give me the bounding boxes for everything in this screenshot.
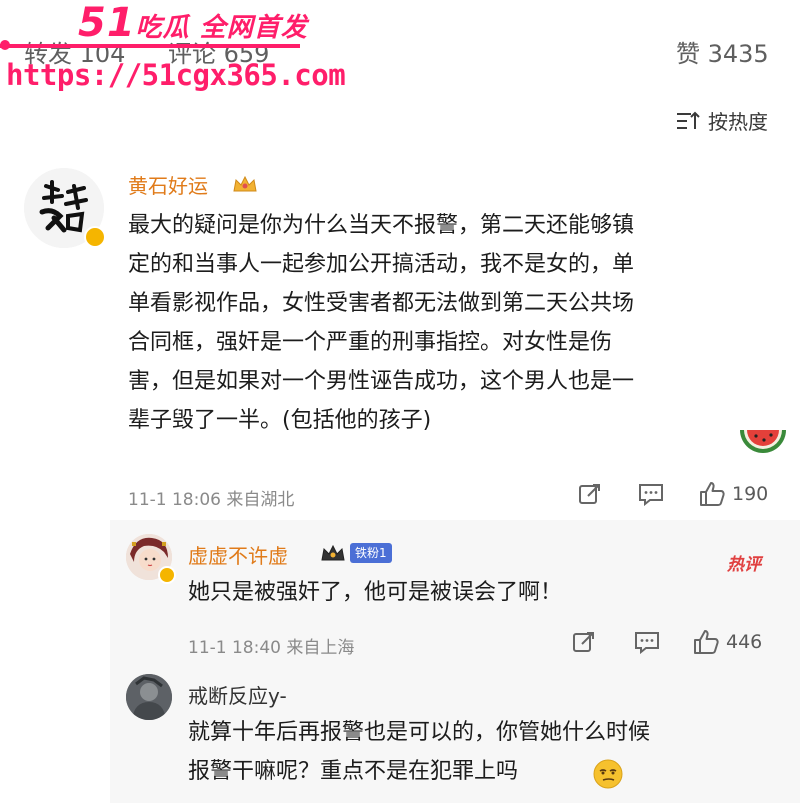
reply-text: 她只是被强奸了，他可是被误会了啊！ (188, 580, 563, 605)
like-count[interactable]: 赞 3435 (676, 34, 769, 69)
photo-avatar-icon (126, 674, 172, 720)
comment-username[interactable]: 黄石好运 (128, 170, 208, 199)
reply-icon[interactable] (634, 630, 660, 658)
watermark-brand-number: 51 (78, 0, 136, 46)
crown-badge-icon (232, 174, 258, 194)
watermark-brand: 51吃瓜 全网首发 (78, 0, 308, 46)
reply-username[interactable]: 虚虚不许虚 (188, 540, 288, 569)
sort-button[interactable]: 按热度 (676, 106, 768, 135)
sort-icon (677, 111, 700, 129)
like-count-value: 446 (726, 631, 763, 653)
sort-label: 按热度 (708, 110, 768, 134)
verified-badge-icon (158, 566, 176, 584)
thumbs-up-icon (700, 482, 725, 506)
crown-badge-icon (320, 543, 346, 563)
watermelon-icon (738, 424, 788, 464)
reply-username[interactable]: 戒断反应y- (188, 680, 287, 709)
share-icon[interactable] (572, 630, 596, 658)
like-button[interactable]: 446 (692, 628, 762, 656)
like-count-value: 190 (732, 483, 769, 505)
thumbs-up-icon (694, 630, 719, 654)
like-button[interactable]: 190 (698, 480, 768, 508)
reply-icon[interactable] (638, 482, 664, 510)
comment-timestamp: 11-1 18:06 来自湖北 (128, 490, 295, 510)
fan-badge: 铁粉1 (350, 543, 392, 563)
verified-badge-icon (84, 226, 106, 248)
avatar[interactable] (126, 674, 172, 720)
reply-text: 就算十年后再报警也是可以的，你管她什么时候 报警干嘛呢？重点不是在犯罪上吗 (188, 720, 651, 784)
smirk-emoji-icon (592, 758, 624, 790)
hot-comment-tag: 热评 (727, 555, 761, 575)
watermark-brand-text: 吃瓜 全网首发 (135, 13, 308, 43)
reply-timestamp: 11-1 18:40 来自上海 (188, 638, 355, 658)
watermark-url: https://51cgx365.com (6, 58, 346, 92)
comment-text: 最大的疑问是你为什么当天不报警，第二天还能够镇 定的和当事人一起参加公开搞活动，… (128, 213, 635, 433)
share-icon[interactable] (578, 482, 602, 510)
